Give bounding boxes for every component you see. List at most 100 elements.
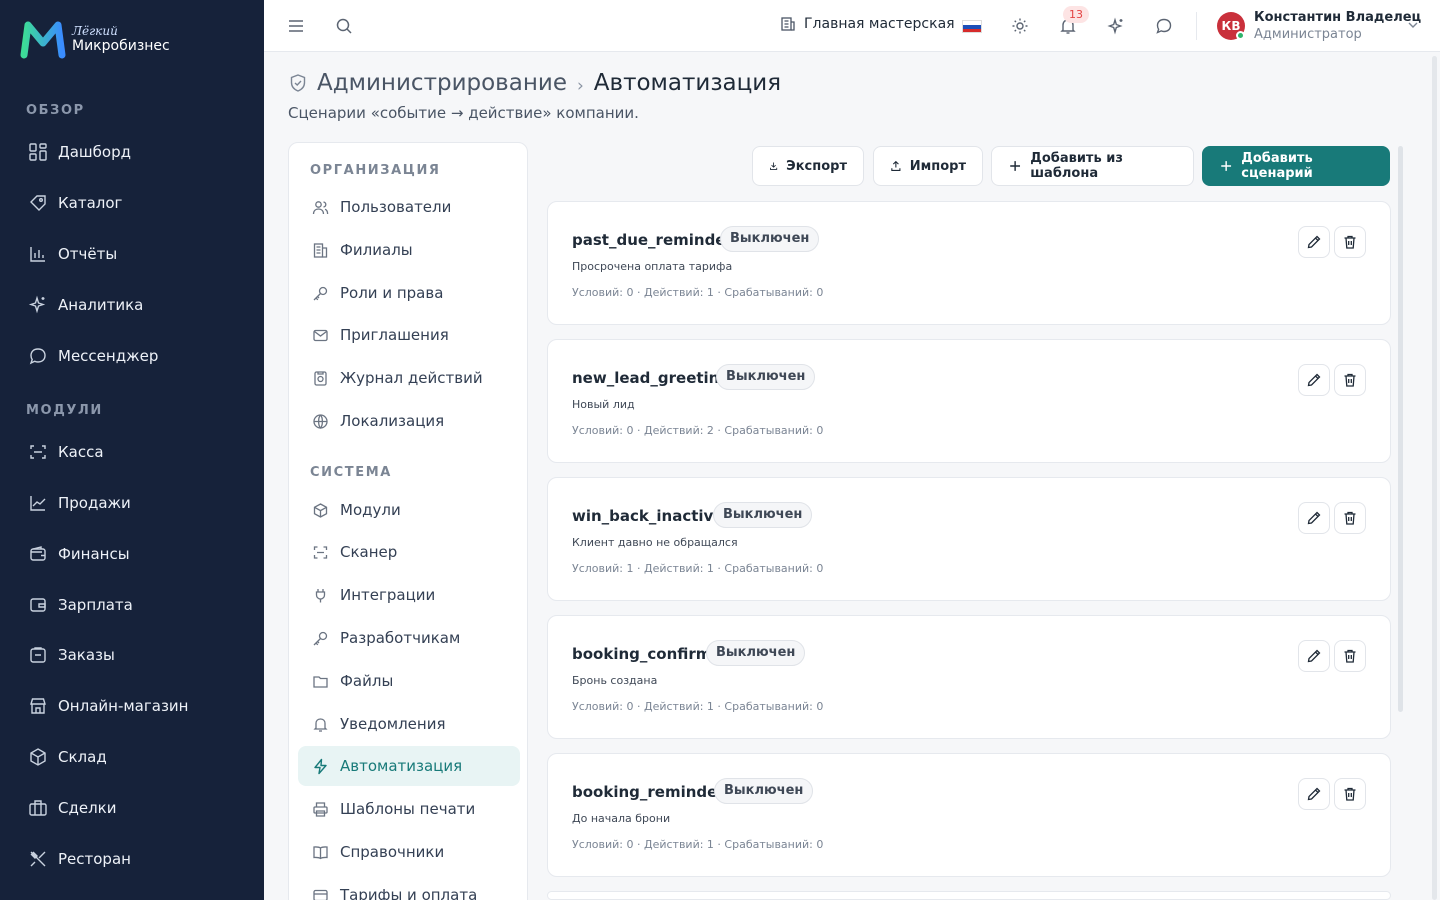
delete-button[interactable] [1334, 502, 1366, 534]
credit-card-icon [313, 889, 328, 900]
sidebar-item-label: Зарплата [58, 596, 133, 614]
menu-toggle-button[interactable] [284, 14, 308, 38]
delete-button[interactable] [1334, 640, 1366, 672]
import-button[interactable]: Импорт [873, 146, 983, 186]
nav-section-overview: ОБЗОР [26, 103, 85, 118]
settings-item-users[interactable]: Пользователи [298, 187, 520, 227]
settings-item-localization[interactable]: Локализация [298, 401, 520, 441]
page-title: Автоматизация [593, 70, 782, 96]
settings-item-audit-log[interactable]: Журнал действий [298, 358, 520, 398]
briefcase-icon [29, 800, 47, 816]
plus-icon [1010, 161, 1021, 171]
sidebar-item-label: Каталог [58, 194, 123, 212]
settings-section-system: СИСТЕМА [310, 465, 392, 480]
delete-button[interactable] [1334, 226, 1366, 258]
sidebar-item-deals[interactable]: Сделки [18, 788, 248, 828]
ai-assistant-button[interactable] [1104, 14, 1128, 38]
settings-item-scanner[interactable]: Сканер [298, 532, 520, 572]
add-scenario-button[interactable]: Добавить сценарий [1202, 146, 1390, 186]
brand-tagline: Лёгкий [72, 24, 118, 38]
user-name[interactable]: Константин Владелец [1254, 10, 1421, 25]
book-icon [313, 845, 328, 859]
messages-button[interactable] [1152, 14, 1176, 38]
settings-item-invitations[interactable]: Приглашения [298, 315, 520, 355]
sidebar-item-orders[interactable]: Заказы [18, 635, 248, 675]
sparkles-icon [1107, 17, 1123, 35]
wallet-icon [30, 598, 46, 612]
sidebar-item-salary[interactable]: Зарплата [18, 585, 248, 625]
sidebar-item-online-store[interactable]: Онлайн-магазин [18, 686, 248, 726]
delete-button[interactable] [1334, 778, 1366, 810]
settings-item-label: Журнал действий [340, 369, 483, 387]
sidebar-item-label: Склад [58, 748, 107, 766]
edit-button[interactable] [1298, 502, 1330, 534]
settings-item-directories[interactable]: Справочники [298, 832, 520, 872]
settings-item-label: Интеграции [340, 586, 436, 604]
chevron-down-icon[interactable] [1406, 18, 1420, 32]
sidebar-item-dashboard[interactable]: Дашборд [18, 132, 248, 172]
cube-icon [313, 502, 328, 518]
edit-button[interactable] [1298, 226, 1330, 258]
online-status-dot [1236, 31, 1245, 40]
sidebar-item-messenger[interactable]: Мессенджер [18, 336, 248, 376]
sidebar-item-sales[interactable]: Продажи [18, 483, 248, 523]
key-icon [313, 286, 328, 300]
sidebar-item-catalog[interactable]: Каталог [18, 183, 248, 223]
sidebar-item-restaurant[interactable]: Ресторан [18, 839, 248, 879]
trash-icon [1344, 649, 1356, 663]
export-label: Экспорт [786, 158, 847, 174]
sidebar: Лёгкий Микробизнес ОБЗОР Дашборд Каталог… [0, 0, 264, 900]
edit-button[interactable] [1298, 364, 1330, 396]
theme-toggle-button[interactable] [1008, 14, 1032, 38]
settings-item-branches[interactable]: Филиалы [298, 230, 520, 270]
status-badge: Выключен [713, 502, 813, 528]
scenario-card: new_lead_greeting Выключен Новый лид Усл… [547, 339, 1391, 463]
breadcrumb-parent[interactable]: Администрирование [317, 70, 567, 96]
settings-item-files[interactable]: Файлы [298, 661, 520, 701]
chat-icon [29, 348, 46, 365]
scenario-name: past_due_reminder [572, 231, 733, 249]
scenario-name: new_lead_greeting [572, 369, 731, 387]
mail-icon [313, 329, 328, 341]
search-button[interactable] [332, 14, 356, 38]
sidebar-item-label: Касса [58, 443, 104, 461]
page-subtitle: Сценарии «событие → действие» компании. [288, 104, 639, 122]
settings-item-integrations[interactable]: Интеграции [298, 575, 520, 615]
settings-item-roles[interactable]: Роли и права [298, 273, 520, 313]
scenario-trigger: Новый лид [572, 398, 635, 411]
plus-icon [1221, 161, 1232, 171]
workshop-selector[interactable]: Главная мастерская [780, 16, 955, 32]
settings-item-developers[interactable]: Разработчикам [298, 618, 520, 658]
brand-name: Микробизнес [72, 38, 170, 54]
shield-icon [290, 74, 306, 92]
settings-item-label: Филиалы [340, 241, 413, 259]
sidebar-item-reports[interactable]: Отчёты [18, 234, 248, 274]
scenario-name: booking_confirm [572, 645, 712, 663]
catalog-icon [30, 195, 46, 211]
delete-button[interactable] [1334, 364, 1366, 396]
logo-mark-icon [20, 21, 66, 59]
brand-logo[interactable]: Лёгкий Микробизнес [20, 19, 170, 59]
add-from-template-button[interactable]: Добавить из шаблона [991, 146, 1194, 186]
building-icon [781, 17, 795, 31]
sidebar-item-finance[interactable]: Финансы [18, 534, 248, 574]
sidebar-item-cashbox[interactable]: Касса [18, 432, 248, 472]
content-scrollbar[interactable] [1398, 146, 1403, 712]
sidebar-item-label: Заказы [58, 646, 115, 664]
settings-item-billing[interactable]: Тарифы и оплата [298, 875, 520, 900]
settings-item-print-templates[interactable]: Шаблоны печати [298, 789, 520, 829]
settings-item-label: Разработчикам [340, 629, 461, 647]
sidebar-item-analytics[interactable]: Аналитика [18, 285, 248, 325]
edit-button[interactable] [1298, 778, 1330, 810]
settings-item-notifications[interactable]: Уведомления [298, 704, 520, 744]
language-flag-ru[interactable] [962, 20, 982, 33]
settings-item-label: Тарифы и оплата [340, 886, 478, 900]
pencil-icon [1307, 511, 1321, 525]
settings-item-automation[interactable]: Автоматизация [298, 746, 520, 786]
export-button[interactable]: Экспорт [752, 146, 864, 186]
sidebar-item-warehouse[interactable]: Склад [18, 737, 248, 777]
reports-icon [30, 247, 45, 262]
edit-button[interactable] [1298, 640, 1330, 672]
page-scrollbar[interactable] [1432, 56, 1437, 900]
settings-item-modules[interactable]: Модули [298, 490, 520, 530]
